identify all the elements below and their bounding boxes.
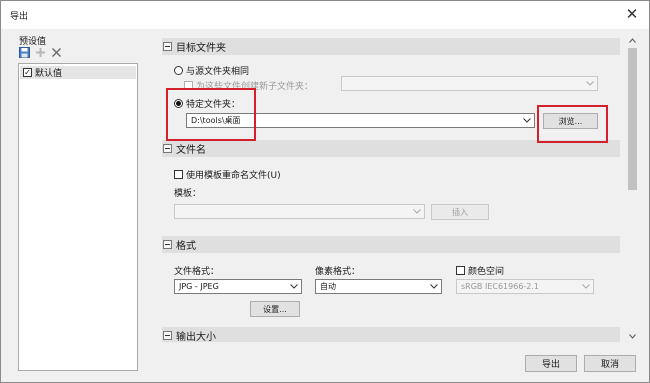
file-format-select[interactable]: JPG - JPEG	[174, 279, 302, 294]
scroll-up-icon[interactable]	[626, 34, 639, 46]
section-target-folder[interactable]: 目标文件夹	[162, 38, 620, 55]
presets-list[interactable]: ✓ 默认值	[18, 63, 138, 371]
delete-preset-icon[interactable]	[50, 46, 62, 58]
collapse-icon[interactable]	[163, 331, 172, 340]
color-space-label: 颜色空间	[468, 267, 505, 277]
collapse-icon[interactable]	[163, 240, 172, 249]
preset-item-label: 默认值	[35, 69, 63, 79]
template-label: 模板：	[174, 189, 202, 199]
close-icon[interactable]: ✕	[623, 5, 641, 23]
chevron-down-icon	[411, 206, 422, 217]
same-as-source-label: 与源文件夹相同	[186, 67, 250, 77]
preset-checkbox[interactable]: ✓	[23, 68, 32, 77]
scroll-down-icon[interactable]	[626, 330, 639, 342]
pixel-format-value: 自动	[320, 282, 336, 291]
title-bar: 导出 ✕	[1, 1, 649, 29]
use-template-label: 使用模板重命名文件(U)	[186, 171, 281, 181]
highlight-browse-button	[537, 105, 608, 143]
section-title: 输出大小	[176, 332, 216, 342]
color-space-checkbox[interactable]	[456, 266, 465, 275]
chevron-down-icon[interactable]	[521, 115, 532, 126]
file-format-value: JPG - JPEG	[179, 282, 219, 291]
file-format-label: 文件格式：	[174, 267, 220, 277]
format-settings-button[interactable]: 设置...	[250, 301, 300, 317]
preset-item-default[interactable]: ✓ 默认值	[20, 66, 136, 79]
section-title: 文件名	[176, 145, 206, 156]
color-space-option[interactable]: 颜色空间	[456, 264, 504, 277]
same-as-source-option[interactable]: 与源文件夹相同	[174, 64, 249, 77]
highlight-specific-folder	[166, 88, 256, 141]
template-combo[interactable]	[174, 204, 425, 219]
subfolder-combo[interactable]	[341, 76, 598, 91]
chevron-down-icon	[288, 281, 299, 292]
save-preset-icon[interactable]	[18, 46, 30, 58]
collapse-icon[interactable]	[163, 42, 172, 51]
chevron-down-icon	[428, 281, 439, 292]
use-template-option[interactable]: 使用模板重命名文件(U)	[174, 168, 281, 181]
scroll-thumb[interactable]	[628, 48, 637, 190]
same-as-source-radio[interactable]	[174, 66, 183, 75]
use-template-checkbox[interactable]	[174, 170, 183, 179]
add-preset-icon[interactable]	[34, 46, 46, 58]
export-dialog: 导出 ✕ 预设值 ✓ 默认值 目标文件夹 与源文件夹相同 为这些文件创建新子文件…	[0, 0, 650, 383]
insert-button[interactable]: 插入	[431, 204, 489, 220]
pixel-format-select[interactable]: 自动	[315, 279, 442, 294]
section-output-size[interactable]: 输出大小	[162, 327, 620, 342]
chevron-down-icon	[580, 281, 591, 292]
section-title: 目标文件夹	[176, 43, 226, 54]
window-title: 导出	[10, 12, 29, 22]
settings-panel: 目标文件夹 与源文件夹相同 为这些文件创建新子文件夹： 特定文件夹： D:\to…	[152, 34, 626, 342]
pixel-format-label: 像素格式：	[315, 267, 361, 277]
export-button[interactable]: 导出	[525, 355, 577, 372]
vertical-scrollbar[interactable]	[626, 34, 639, 342]
color-space-select[interactable]: sRGB IEC61966-2.1	[456, 279, 594, 294]
collapse-icon[interactable]	[163, 144, 172, 153]
cancel-button[interactable]: 取消	[584, 355, 636, 372]
color-space-value: sRGB IEC61966-2.1	[461, 282, 540, 291]
chevron-down-icon	[584, 78, 595, 89]
section-title: 格式	[176, 241, 196, 252]
presets-toolbar	[18, 46, 62, 60]
section-format[interactable]: 格式	[162, 236, 620, 253]
